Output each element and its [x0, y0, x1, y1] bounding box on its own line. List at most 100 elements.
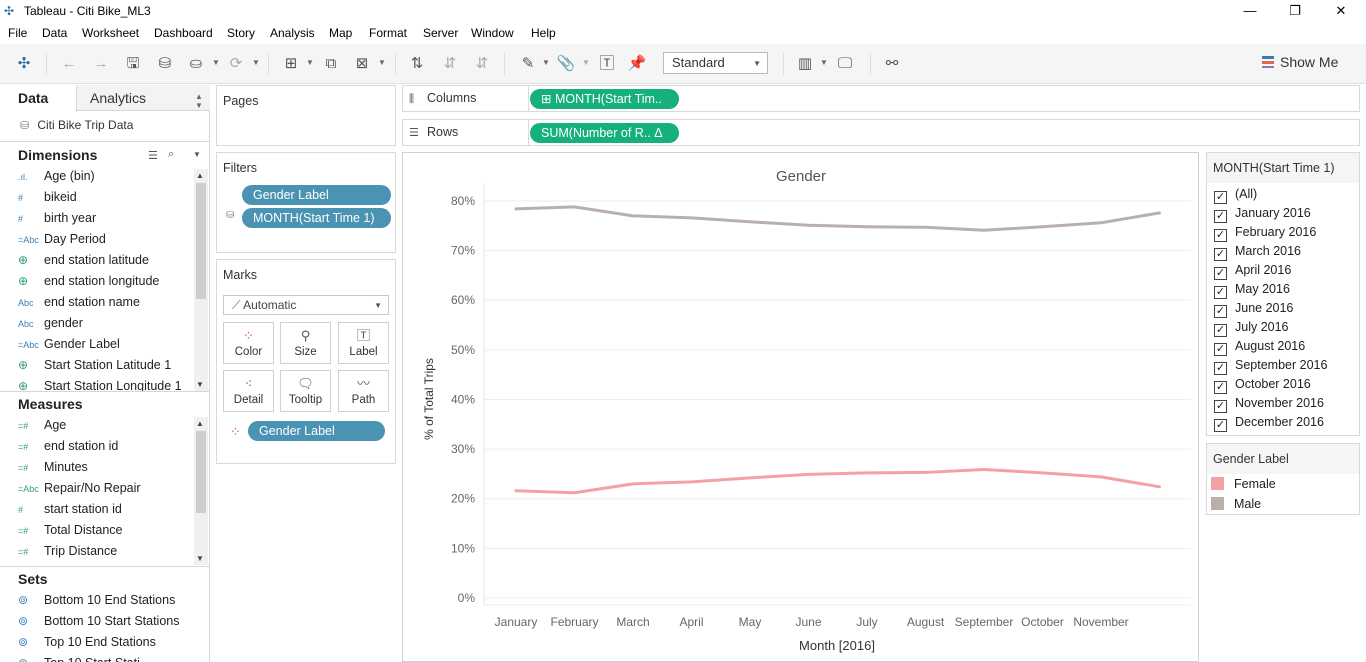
- filters-card[interactable]: Filters Gender Label ⛁ MONTH(Start Time …: [216, 152, 396, 253]
- menu-file[interactable]: File: [8, 26, 27, 40]
- share-icon[interactable]: ⚯: [882, 54, 902, 74]
- menu-story[interactable]: Story: [227, 26, 255, 40]
- save-icon[interactable]: 🖫: [123, 54, 143, 74]
- filter-pill-gender-label[interactable]: Gender Label: [242, 185, 391, 205]
- rows-shelf[interactable]: ☰ Rows SUM(Number of R.. Δ: [402, 119, 1360, 146]
- pause-updates-icon[interactable]: ⛀: [186, 54, 206, 74]
- checkbox-checked-icon[interactable]: ✓: [1214, 324, 1227, 337]
- checkbox-checked-icon[interactable]: ✓: [1214, 343, 1227, 356]
- fit-select[interactable]: Standard ▼: [663, 52, 768, 74]
- set-field[interactable]: ⊚Top 10 Start Stati...: [18, 656, 150, 662]
- scroll-up-icon[interactable]: ▲: [196, 419, 204, 428]
- tableau-home-icon[interactable]: ✣: [14, 54, 34, 74]
- filter-checkbox-item[interactable]: ✓ May 2016: [1214, 282, 1290, 300]
- filter-checkbox-item[interactable]: ✓ October 2016: [1214, 377, 1311, 395]
- scroll-up-icon[interactable]: ▲: [196, 171, 204, 180]
- show-me-button[interactable]: Show Me: [1262, 54, 1338, 74]
- menu-map[interactable]: Map: [329, 26, 352, 40]
- filter-checkbox-item[interactable]: ✓ June 2016: [1214, 301, 1293, 319]
- scrollbar-thumb[interactable]: [196, 431, 206, 513]
- color-button[interactable]: ⁘ Color: [223, 322, 274, 364]
- new-worksheet-icon[interactable]: ⊞: [281, 54, 301, 74]
- checkbox-checked-icon[interactable]: ✓: [1214, 210, 1227, 223]
- duplicate-sheet-icon[interactable]: ⧉: [321, 54, 341, 74]
- filter-checkbox-item[interactable]: ✓ January 2016: [1214, 206, 1311, 224]
- highlight-caret-icon[interactable]: ▼: [542, 58, 550, 67]
- menu-window[interactable]: Window: [471, 26, 514, 40]
- menu-format[interactable]: Format: [369, 26, 407, 40]
- columns-shelf[interactable]: ⫼ Columns ⊞ MONTH(Start Tim..: [402, 85, 1360, 112]
- redo-icon[interactable]: →: [91, 54, 111, 74]
- checkbox-checked-icon[interactable]: ✓: [1214, 381, 1227, 394]
- checkbox-checked-icon[interactable]: ✓: [1214, 419, 1227, 432]
- filter-checkbox-item[interactable]: ✓ December 2016: [1214, 415, 1324, 433]
- size-button[interactable]: ⚲ Size: [280, 322, 331, 364]
- tab-switch-icon[interactable]: ▲ ▼: [195, 92, 203, 110]
- filter-checkbox-item[interactable]: ✓ February 2016: [1214, 225, 1316, 243]
- menu-dashboard[interactable]: Dashboard: [154, 26, 213, 40]
- sort-ascending-icon[interactable]: ⇵: [440, 54, 460, 74]
- pause-updates-caret-icon[interactable]: ▼: [212, 58, 220, 67]
- new-worksheet-caret-icon[interactable]: ▼: [306, 58, 314, 67]
- checkbox-checked-icon[interactable]: ✓: [1214, 248, 1227, 261]
- dimensions-scrollbar[interactable]: ▲ ▼: [194, 169, 208, 391]
- checkbox-checked-icon[interactable]: ✓: [1214, 267, 1227, 280]
- path-button[interactable]: 〰 Path: [338, 370, 389, 412]
- label-button[interactable]: 🅃 Label: [338, 322, 389, 364]
- refresh-caret-icon[interactable]: ▼: [252, 58, 260, 67]
- dimensions-menu-icon[interactable]: ▼: [193, 150, 201, 159]
- group-members-caret-icon[interactable]: ▼: [582, 58, 590, 67]
- checkbox-checked-icon[interactable]: ✓: [1214, 400, 1227, 413]
- measures-scrollbar[interactable]: ▲ ▼: [194, 417, 208, 565]
- filter-checkbox-item[interactable]: ✓ July 2016: [1214, 320, 1289, 338]
- checkbox-checked-icon[interactable]: ✓: [1214, 362, 1227, 375]
- filter-checkbox-item[interactable]: ✓ (All): [1214, 187, 1257, 205]
- color-pill-gender-label[interactable]: Gender Label: [248, 421, 385, 441]
- tooltip-button[interactable]: 🗨 Tooltip: [280, 370, 331, 412]
- filter-checkbox-item[interactable]: ✓ March 2016: [1214, 244, 1301, 262]
- rows-pill-sum-number-of-records[interactable]: SUM(Number of R.. Δ: [530, 123, 679, 143]
- scrollbar-thumb[interactable]: [196, 183, 206, 299]
- columns-pill-month[interactable]: ⊞ MONTH(Start Tim..: [530, 89, 679, 109]
- highlight-icon[interactable]: ✎: [518, 54, 538, 74]
- refresh-icon[interactable]: ⟳: [226, 54, 246, 74]
- checkbox-checked-icon[interactable]: ✓: [1214, 305, 1227, 318]
- scroll-down-icon[interactable]: ▼: [196, 380, 204, 389]
- show-mark-labels-icon[interactable]: 🅃: [597, 54, 617, 74]
- undo-icon[interactable]: ←: [59, 54, 79, 74]
- close-button[interactable]: ✕: [1318, 0, 1364, 22]
- menu-server[interactable]: Server: [423, 26, 458, 40]
- new-data-source-icon[interactable]: ⛁: [155, 54, 175, 74]
- swap-rows-columns-icon[interactable]: ⇅: [407, 54, 427, 74]
- group-members-icon[interactable]: 📎: [556, 54, 576, 74]
- show-cards-caret-icon[interactable]: ▼: [820, 58, 828, 67]
- pin-axes-icon[interactable]: 📌: [627, 54, 647, 74]
- filter-pill-month[interactable]: MONTH(Start Time 1): [242, 208, 391, 228]
- checkbox-checked-icon[interactable]: ✓: [1214, 191, 1227, 204]
- pages-card[interactable]: Pages: [216, 85, 396, 146]
- checkbox-checked-icon[interactable]: ✓: [1214, 229, 1227, 242]
- legend-item[interactable]: Female: [1211, 477, 1276, 495]
- clear-sheet-icon[interactable]: ⊠: [352, 54, 372, 74]
- filter-checkbox-item[interactable]: ✓ August 2016: [1214, 339, 1305, 357]
- menu-data[interactable]: Data: [42, 26, 67, 40]
- line-chart[interactable]: Gender 0% 10% 20% 30% 40% 50% 60% 70% 80% January F…: [403, 153, 1198, 661]
- scroll-down-icon[interactable]: ▼: [196, 554, 204, 563]
- menu-help[interactable]: Help: [531, 26, 556, 40]
- clear-sheet-caret-icon[interactable]: ▼: [378, 58, 386, 67]
- checkbox-checked-icon[interactable]: ✓: [1214, 286, 1227, 299]
- mark-type-select[interactable]: ⟋ Automatic ▼: [223, 295, 389, 315]
- set-field[interactable]: ⊚ Top 10 End Stations: [18, 635, 156, 655]
- set-field[interactable]: ⊚ Bottom 10 End Stations: [18, 593, 175, 613]
- menu-worksheet[interactable]: Worksheet: [82, 26, 139, 40]
- menu-analysis[interactable]: Analysis: [270, 26, 315, 40]
- filter-checkbox-item[interactable]: ✓ September 2016: [1214, 358, 1327, 376]
- filter-checkbox-item[interactable]: ✓ November 2016: [1214, 396, 1324, 414]
- minimize-button[interactable]: —: [1227, 0, 1273, 22]
- set-field[interactable]: ⊚ Bottom 10 Start Stations: [18, 614, 180, 634]
- presentation-mode-icon[interactable]: 🖵: [835, 54, 855, 74]
- detail-button[interactable]: ⁖ Detail: [223, 370, 274, 412]
- filter-checkbox-item[interactable]: ✓ April 2016: [1214, 263, 1291, 281]
- legend-item[interactable]: Male: [1211, 497, 1261, 515]
- worksheet-view[interactable]: Gender 0% 10% 20% 30% 40% 50% 60% 70% 80% January F…: [402, 152, 1199, 662]
